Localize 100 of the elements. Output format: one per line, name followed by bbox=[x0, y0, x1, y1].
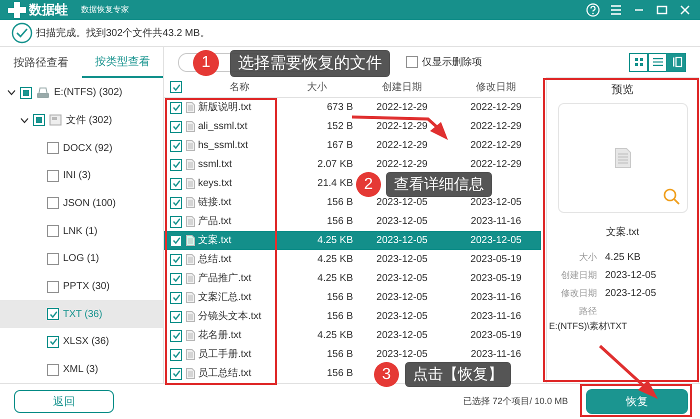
modified-date: 2023-11-16 bbox=[470, 348, 522, 362]
column-header[interactable]: 名称 bbox=[198, 80, 281, 94]
file-size: 156 B bbox=[326, 367, 353, 380]
checkbox[interactable] bbox=[170, 196, 182, 209]
checkbox[interactable] bbox=[47, 170, 59, 182]
tree-item[interactable]: LOG (1) bbox=[0, 244, 163, 273]
file-icon bbox=[186, 330, 195, 342]
tree-item[interactable]: JSON (100) bbox=[0, 190, 163, 218]
preview-title: 预览 bbox=[612, 83, 634, 98]
modified-date: 2023-05-19 bbox=[470, 329, 522, 342]
checkbox[interactable] bbox=[170, 272, 182, 285]
checkbox[interactable] bbox=[20, 86, 32, 99]
tree-item[interactable]: E:(NTFS) (302) bbox=[0, 78, 163, 107]
grid-icon bbox=[632, 56, 644, 68]
checkbox[interactable] bbox=[47, 197, 59, 210]
checkbox[interactable] bbox=[170, 178, 182, 190]
checkbox[interactable] bbox=[170, 310, 182, 323]
modified-date: 2023-11-16 bbox=[470, 310, 522, 324]
document-icon bbox=[614, 148, 630, 168]
file-name: 花名册.txt bbox=[198, 329, 242, 342]
modified-date: 2023-05-19 bbox=[470, 272, 522, 286]
column-header[interactable]: 大小 bbox=[281, 80, 353, 94]
checkbox[interactable] bbox=[47, 225, 59, 238]
checkbox[interactable] bbox=[47, 364, 59, 376]
checkbox[interactable] bbox=[47, 252, 59, 265]
deleted-only-checkbox[interactable]: 仅显示删除项 bbox=[406, 55, 482, 70]
file-icon bbox=[186, 235, 195, 246]
modified-date: 2023-12-05 bbox=[470, 196, 522, 210]
tree-item[interactable]: DOCX (92) bbox=[0, 134, 163, 162]
column-header[interactable]: 创建日期 bbox=[353, 80, 451, 94]
created-date: 2023-12-05 bbox=[376, 196, 428, 210]
view-tab[interactable]: 按类型查看 bbox=[82, 47, 163, 78]
file-icon bbox=[186, 140, 195, 152]
modified-date: 2023-05-19 bbox=[470, 253, 522, 266]
file-name: ali_ssml.txt bbox=[198, 120, 248, 134]
created-date: 2023-12-05 bbox=[376, 329, 428, 342]
file-size: 156 B bbox=[326, 348, 353, 362]
tree-item[interactable]: LNK (1) bbox=[0, 217, 163, 245]
modified-date: 2023-11-16 bbox=[470, 215, 522, 228]
checkbox[interactable] bbox=[170, 102, 182, 114]
file-icon bbox=[186, 254, 195, 266]
column-header[interactable]: 修改日期 bbox=[451, 80, 541, 94]
checkbox[interactable] bbox=[170, 120, 182, 133]
created-date: 2022-12-29 bbox=[376, 120, 428, 134]
file-name: 文案.txt bbox=[198, 234, 232, 248]
checkbox[interactable] bbox=[47, 336, 59, 348]
file-icon bbox=[186, 216, 195, 228]
list-view-button[interactable] bbox=[648, 52, 667, 72]
tree-item[interactable]: PPTX (30) bbox=[0, 272, 163, 300]
modified-date: 2023-12-05 bbox=[470, 234, 522, 248]
info-value: 4.25 KB bbox=[605, 251, 642, 264]
checkbox[interactable] bbox=[47, 142, 59, 154]
caret-icon[interactable] bbox=[20, 116, 29, 125]
file-size: 156 B bbox=[326, 291, 353, 304]
checkbox[interactable] bbox=[170, 292, 182, 304]
close-icon[interactable] bbox=[678, 2, 692, 17]
file-name: ssml.txt bbox=[198, 158, 233, 172]
checkbox[interactable] bbox=[170, 140, 182, 152]
tree-item[interactable]: INI (3) bbox=[0, 162, 163, 190]
modified-date: 2023-11-16 bbox=[470, 291, 522, 304]
modified-date: 2022-12-29 bbox=[470, 139, 522, 152]
file-size: 2.07 KB bbox=[316, 158, 353, 172]
file-name: 员工总结.txt bbox=[198, 367, 252, 380]
tree-item[interactable]: 文件 (302) bbox=[0, 106, 163, 134]
step-label-tooltip: 查看详细信息 bbox=[386, 172, 492, 197]
checkbox[interactable] bbox=[170, 81, 182, 94]
checkbox[interactable] bbox=[33, 114, 45, 126]
file-name: 产品.txt bbox=[198, 215, 232, 228]
checkbox[interactable] bbox=[170, 348, 182, 361]
file-name: 文案汇总.txt bbox=[198, 291, 252, 304]
logo-icon bbox=[8, 2, 26, 18]
file-name: 新版说明.txt bbox=[198, 101, 252, 114]
checkbox[interactable] bbox=[47, 280, 59, 293]
menu-icon[interactable] bbox=[609, 2, 623, 17]
help-icon[interactable] bbox=[586, 2, 600, 17]
tree-item[interactable]: XLSX (36) bbox=[0, 328, 163, 356]
file-name: hs_ssml.txt bbox=[198, 139, 250, 152]
panel-view-button[interactable] bbox=[667, 52, 686, 72]
caret-icon[interactable] bbox=[7, 88, 16, 98]
selected-row-highlight[interactable]: 文案.txt 4.25 KB 2023-12-05 2023-12-05 bbox=[164, 231, 541, 250]
checkbox[interactable] bbox=[170, 254, 182, 266]
info-value: 2023-12-05 bbox=[605, 269, 658, 282]
tree-item[interactable]: XML (3) bbox=[0, 356, 163, 384]
checkbox[interactable] bbox=[170, 216, 182, 228]
checkbox[interactable] bbox=[170, 330, 182, 342]
file-icon bbox=[186, 273, 195, 284]
step-label-tooltip: 点击【恢复】 bbox=[405, 362, 511, 387]
checkbox[interactable] bbox=[47, 308, 59, 320]
recover-button[interactable]: 恢复 bbox=[586, 389, 688, 414]
file-icon bbox=[186, 349, 195, 360]
view-tab[interactable]: 按路径查看 bbox=[0, 47, 82, 78]
file-size: 4.25 KB bbox=[316, 253, 353, 266]
back-button[interactable]: 返回 bbox=[14, 390, 114, 414]
grid-view-button[interactable] bbox=[629, 52, 648, 72]
checkbox[interactable] bbox=[170, 234, 182, 247]
checkbox[interactable] bbox=[170, 368, 182, 380]
checkbox[interactable] bbox=[406, 56, 418, 68]
step-number-tooltip: 3 bbox=[374, 362, 399, 387]
file-size: 156 B bbox=[326, 215, 353, 228]
checkbox[interactable] bbox=[170, 158, 182, 171]
